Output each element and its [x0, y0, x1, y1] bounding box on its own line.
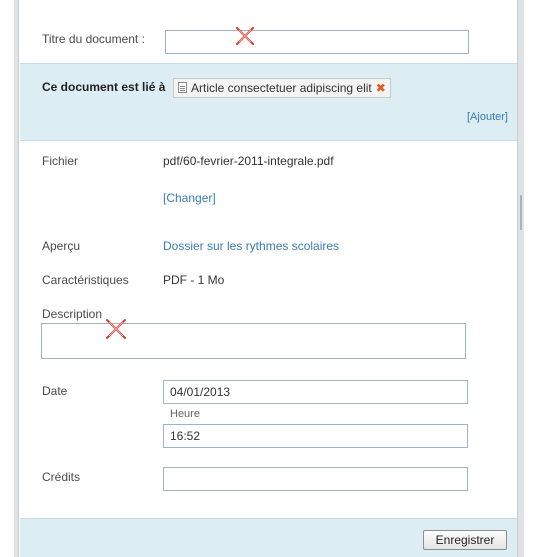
title-input[interactable] — [165, 30, 469, 54]
scrollbar-thumb[interactable] — [520, 195, 522, 230]
add-link[interactable]: [Ajouter] — [467, 111, 508, 123]
characteristics-value: PDF - 1 Mo — [163, 273, 225, 287]
linked-item-title: Article consectetuer adipiscing elit — [191, 81, 372, 95]
file-label: Fichier — [42, 154, 79, 168]
linked-item-chip: Article consectetuer adipiscing elit ✖ — [173, 78, 391, 98]
linked-document-section — [20, 63, 517, 141]
date-input[interactable] — [163, 380, 468, 404]
linked-label: Ce document est lié à — [42, 80, 166, 94]
time-label: Heure — [170, 408, 200, 420]
document-edit-form: Titre du document : Ce document est lié … — [20, 0, 517, 557]
file-value: pdf/60-fevrier-2011-integrale.pdf — [163, 154, 334, 168]
title-label: Titre du document : — [42, 32, 145, 46]
scrollbar-track[interactable] — [517, 0, 524, 557]
window-left-border — [14, 0, 19, 557]
characteristics-label: Caractéristiques — [42, 273, 129, 287]
description-label: Description — [42, 307, 103, 321]
save-button[interactable]: Enregistrer — [423, 530, 507, 550]
preview-link[interactable]: Dossier sur les rythmes scolaires — [163, 239, 339, 253]
date-label: Date — [42, 384, 68, 398]
preview-label: Aperçu — [42, 239, 81, 253]
red-x-marker-icon — [106, 319, 126, 339]
red-x-marker-icon — [236, 27, 254, 45]
remove-x-icon[interactable]: ✖ — [376, 81, 386, 95]
credits-label: Crédits — [42, 470, 81, 484]
change-file-link[interactable]: [Changer] — [163, 191, 216, 205]
time-input[interactable] — [163, 424, 468, 448]
credits-input[interactable] — [163, 467, 468, 491]
document-icon — [178, 82, 187, 93]
